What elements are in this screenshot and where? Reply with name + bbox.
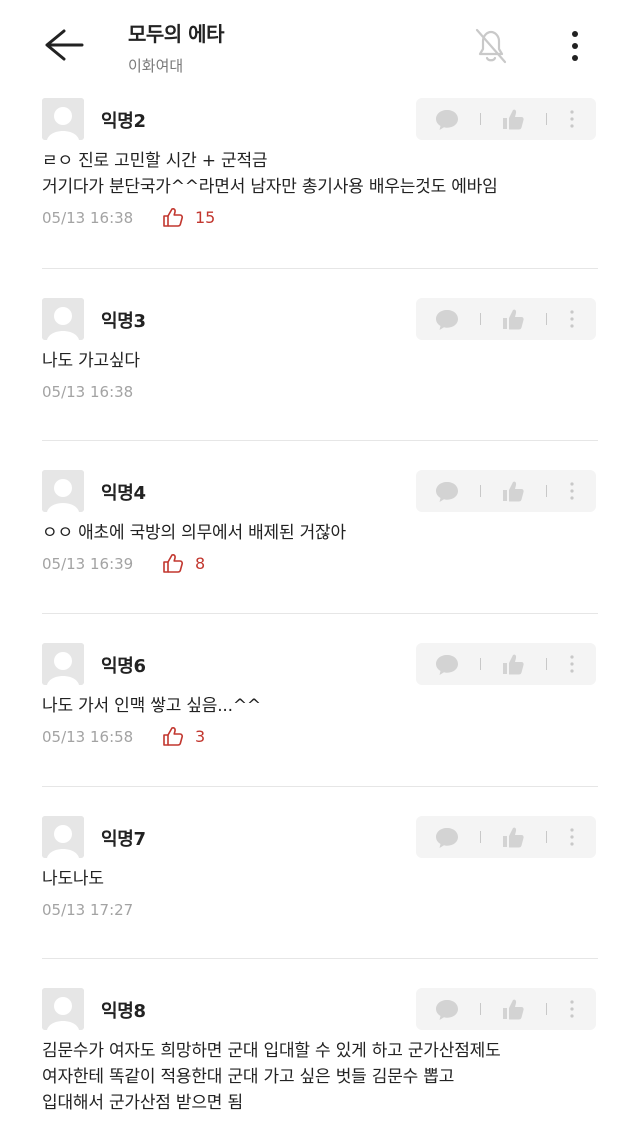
like-count: 3 <box>195 727 206 746</box>
reply-bubble-icon[interactable] <box>434 470 460 512</box>
back-arrow-icon[interactable] <box>40 24 86 66</box>
comment-author: 익명8 <box>101 1001 146 1022</box>
comment-action-bar <box>416 98 596 140</box>
reply-bubble-icon[interactable] <box>434 98 460 140</box>
comment-text-line: 나도나도 <box>42 869 104 889</box>
comment-text-line: ㅇㅇ 애초에 국방의 의무에서 배제된 거잖아 <box>42 523 346 543</box>
comment-more-icon[interactable] <box>565 816 579 858</box>
comment-more-icon[interactable] <box>565 298 579 340</box>
like-thumb-icon[interactable] <box>500 816 526 858</box>
avatar <box>42 470 84 512</box>
comment-more-icon[interactable] <box>565 470 579 512</box>
comment-item: 익명3 나도 가고싶다 05/13 16:38 <box>0 298 640 458</box>
comment-timestamp: 05/13 16:58 <box>42 728 134 746</box>
comment-more-icon[interactable] <box>565 988 579 1030</box>
avatar <box>42 298 84 340</box>
comment-item: 익명8 김문수가 여자도 희망하면 군대 입대할 수 있게 하고 군가산점제도여자… <box>0 988 640 1148</box>
comment-divider <box>42 613 598 614</box>
comment-action-bar <box>416 816 596 858</box>
comment-timestamp: 05/13 17:27 <box>42 901 134 919</box>
action-divider <box>546 485 547 497</box>
like-count: 8 <box>195 554 206 573</box>
avatar <box>42 643 84 685</box>
comment-action-bar <box>416 988 596 1030</box>
like-count: 15 <box>195 208 216 227</box>
comment-text-line: 김문수가 여자도 희망하면 군대 입대할 수 있게 하고 군가산점제도 <box>42 1041 501 1061</box>
board-title: 모두의 에타 <box>128 22 224 46</box>
comment-text-line: 나도 가고싶다 <box>42 351 140 371</box>
like-count-icon <box>162 206 184 228</box>
app-header: 모두의 에타 이화여대 <box>0 0 640 90</box>
comment-more-icon[interactable] <box>565 98 579 140</box>
action-divider <box>480 313 481 325</box>
comment-item: 익명6 나도 가서 인맥 쌓고 싶음...^^ 05/13 16:58 3 <box>0 643 640 803</box>
comment-author: 익명6 <box>101 656 146 677</box>
comment-author: 익명7 <box>101 829 146 850</box>
comment-divider <box>42 958 598 959</box>
comment-text-line: 입대해서 군가산점 받으면 됨 <box>42 1093 243 1113</box>
avatar <box>42 98 84 140</box>
comment-item: 익명7 나도나도 05/13 17:27 <box>0 816 640 976</box>
like-count-icon <box>162 725 184 747</box>
action-divider <box>480 113 481 125</box>
comment-author: 익명2 <box>101 111 146 132</box>
comment-author: 익명4 <box>101 483 146 504</box>
reply-bubble-icon[interactable] <box>434 816 460 858</box>
like-thumb-icon[interactable] <box>500 298 526 340</box>
comment-text-line: 나도 가서 인맥 쌓고 싶음...^^ <box>42 696 261 716</box>
comment-action-bar <box>416 470 596 512</box>
action-divider <box>480 658 481 670</box>
action-divider <box>480 1003 481 1015</box>
comment-timestamp: 05/13 16:39 <box>42 555 134 573</box>
school-name: 이화여대 <box>128 57 184 75</box>
comment-action-bar <box>416 643 596 685</box>
comment-divider <box>42 786 598 787</box>
avatar <box>42 816 84 858</box>
board-title-group: 모두의 에타 이화여대 <box>128 18 224 76</box>
action-divider <box>546 658 547 670</box>
comment-item: 익명4 ㅇㅇ 애초에 국방의 의무에서 배제된 거잖아 05/13 16:39 8 <box>0 470 640 630</box>
like-thumb-icon[interactable] <box>500 643 526 685</box>
reply-bubble-icon[interactable] <box>434 643 460 685</box>
comment-text-line: ㄹㅇ 진로 고민할 시간 + 군적금 <box>42 151 268 171</box>
action-divider <box>480 831 481 843</box>
comment-timestamp: 05/13 16:38 <box>42 383 134 401</box>
like-thumb-icon[interactable] <box>500 470 526 512</box>
like-thumb-icon[interactable] <box>500 98 526 140</box>
reply-bubble-icon[interactable] <box>434 298 460 340</box>
comment-text-line: 거기다가 분단국가^^라면서 남자만 총기사용 배우는것도 에바임 <box>42 177 498 197</box>
action-divider <box>546 1003 547 1015</box>
like-count-icon <box>162 552 184 574</box>
comment-timestamp: 05/13 16:38 <box>42 209 134 227</box>
comment-item: 익명2 ㄹㅇ 진로 고민할 시간 + 군적금거기다가 분단국가^^라면서 남자만 … <box>0 98 640 258</box>
more-vertical-icon[interactable] <box>560 26 590 66</box>
comment-more-icon[interactable] <box>565 643 579 685</box>
action-divider <box>546 113 547 125</box>
action-divider <box>480 485 481 497</box>
bell-off-icon[interactable] <box>468 22 514 68</box>
comment-action-bar <box>416 298 596 340</box>
reply-bubble-icon[interactable] <box>434 988 460 1030</box>
comment-author: 익명3 <box>101 311 146 332</box>
action-divider <box>546 831 547 843</box>
comment-divider <box>42 440 598 441</box>
action-divider <box>546 313 547 325</box>
like-thumb-icon[interactable] <box>500 988 526 1030</box>
avatar <box>42 988 84 1030</box>
comment-divider <box>42 268 598 269</box>
comment-text-line: 여자한테 똑같이 적용한대 군대 가고 싶은 벗들 김문수 뽑고 <box>42 1067 455 1087</box>
